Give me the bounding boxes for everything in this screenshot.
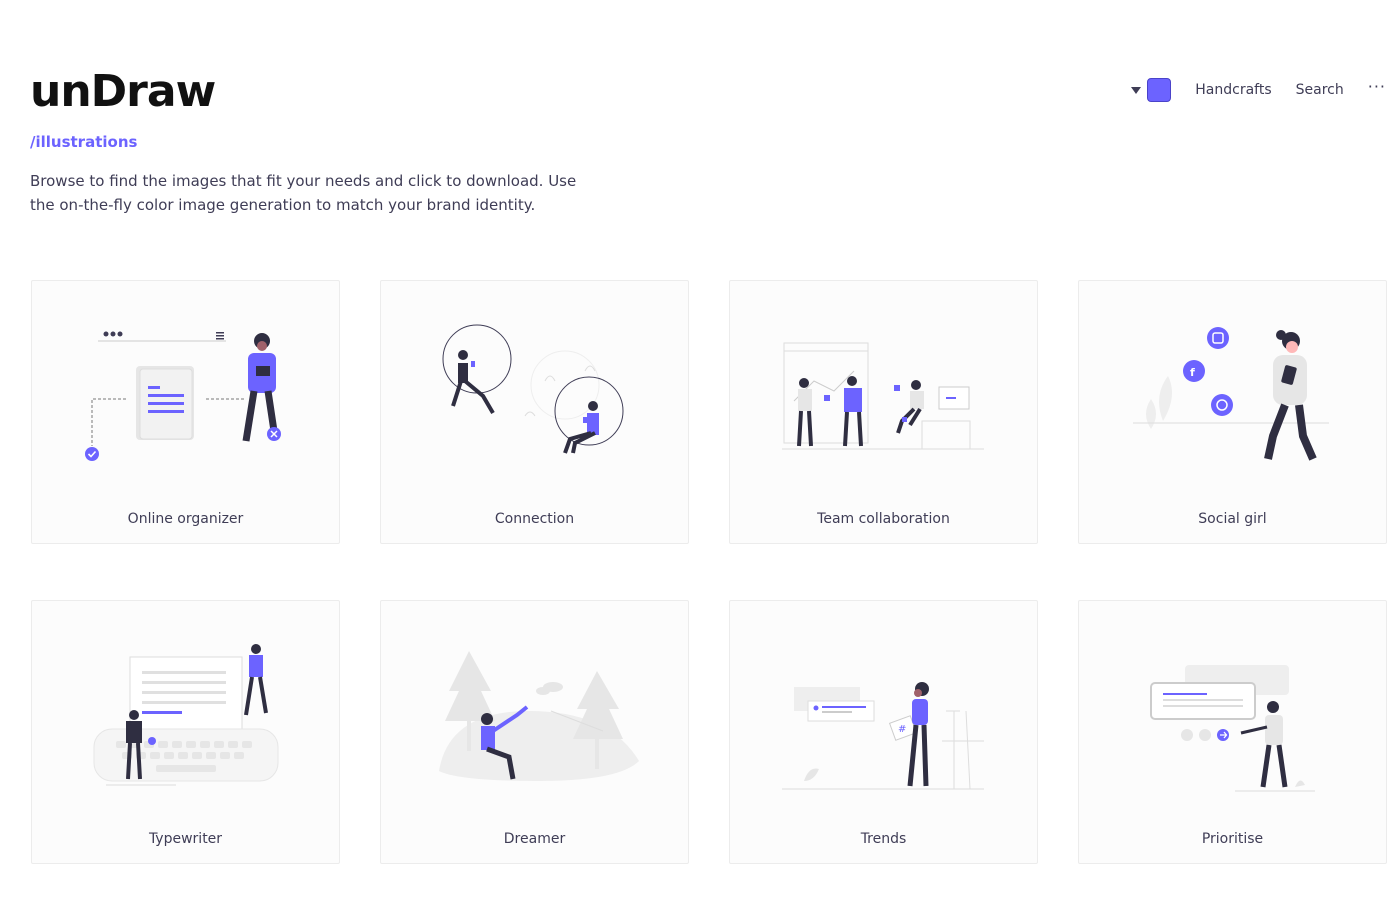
illustration-card[interactable]: Dreamer xyxy=(380,600,689,864)
team-collaboration-illustration xyxy=(782,342,984,450)
color-picker-swatch[interactable] xyxy=(1147,78,1172,102)
illustration-title: Social girl xyxy=(1198,511,1267,527)
top-nav: Handcrafts Search ··· xyxy=(1131,78,1386,102)
svg-text:#: # xyxy=(898,724,906,735)
illustration-grid: Online organizer Connection Team collabo… xyxy=(31,280,1387,864)
illustration-title: Dreamer xyxy=(503,831,566,847)
online-organizer-illustration xyxy=(85,331,281,461)
illustrations-link[interactable]: /illustrations xyxy=(30,133,137,151)
intro-text: Browse to find the images that fit your … xyxy=(30,172,577,214)
illustration-card[interactable]: Connection xyxy=(380,280,689,544)
trends-illustration: # xyxy=(782,682,984,790)
illustration-card[interactable]: Typewriter xyxy=(31,600,340,864)
illustration-card[interactable]: Online organizer xyxy=(31,280,340,544)
svg-text:f: f xyxy=(1190,366,1195,379)
illustration-card[interactable]: f Social girl xyxy=(1078,280,1387,544)
illustration-card[interactable]: Prioritise xyxy=(1078,600,1387,864)
nav-handcrafts-link[interactable]: Handcrafts xyxy=(1195,82,1271,98)
illustration-card[interactable]: # Trends xyxy=(729,600,1038,864)
chevron-down-icon[interactable] xyxy=(1131,86,1142,94)
prioritise-illustration xyxy=(1150,665,1315,792)
brand-logo[interactable]: unDraw xyxy=(30,66,216,117)
nav-search-link[interactable]: Search xyxy=(1296,82,1344,98)
illustration-title: Online organizer xyxy=(127,511,244,527)
dreamer-illustration xyxy=(439,651,639,781)
illustration-title: Trends xyxy=(860,831,907,847)
illustration-title: Team collaboration xyxy=(817,511,950,527)
connection-illustration xyxy=(442,324,624,454)
illustration-card[interactable]: Team collaboration xyxy=(729,280,1038,544)
illustration-title: Connection xyxy=(494,511,575,527)
more-icon[interactable]: ··· xyxy=(1368,79,1386,99)
social-girl-illustration: f xyxy=(1133,327,1329,461)
illustration-title: Prioritise xyxy=(1201,831,1264,847)
typewriter-illustration xyxy=(93,644,279,786)
illustration-title: Typewriter xyxy=(148,831,223,847)
